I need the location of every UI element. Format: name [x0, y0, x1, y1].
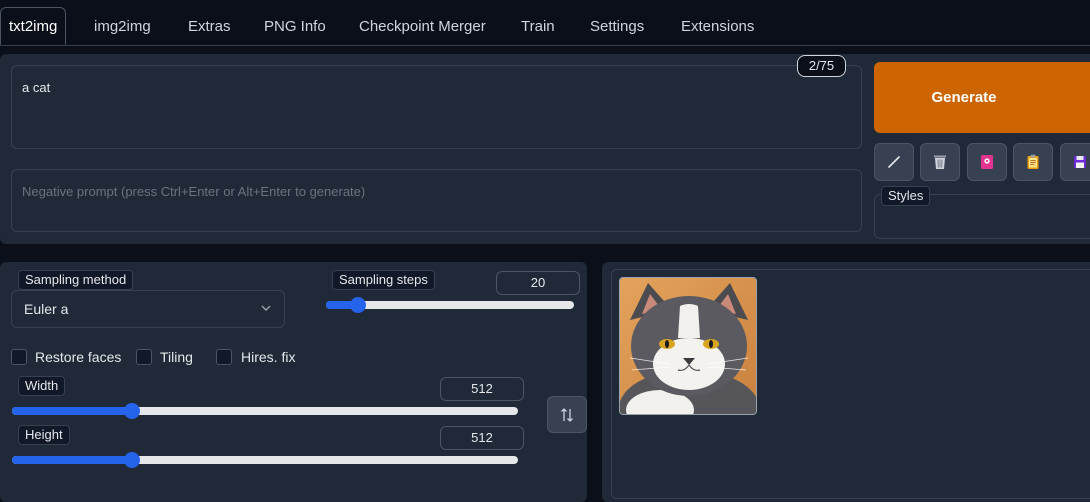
card-icon	[978, 153, 996, 171]
restore-faces-label: Restore faces	[35, 349, 121, 365]
height-slider[interactable]	[12, 456, 518, 464]
tab-settings[interactable]: Settings	[586, 8, 648, 46]
tab-checkpoint-merger[interactable]: Checkpoint Merger	[355, 8, 490, 46]
slider-thumb[interactable]	[124, 452, 140, 468]
tab-extras[interactable]: Extras	[184, 8, 235, 46]
tab-img2img[interactable]: img2img	[90, 8, 155, 46]
pencil-icon	[885, 153, 903, 171]
slider-fill	[12, 407, 132, 415]
tab-txt2img[interactable]: txt2img	[0, 7, 66, 45]
styles-label: Styles	[881, 186, 930, 206]
cat-image	[620, 278, 757, 415]
height-input[interactable]: 512	[440, 426, 524, 450]
generate-button[interactable]: Generate	[874, 62, 1090, 133]
tab-png-info[interactable]: PNG Info	[260, 8, 330, 46]
sampling-steps-slider[interactable]	[326, 301, 574, 309]
restore-faces-checkbox[interactable]	[11, 349, 27, 365]
tab-bar: txt2img img2img Extras PNG Info Checkpoi…	[0, 0, 1090, 47]
tiling-label: Tiling	[160, 349, 193, 365]
tiling-checkbox[interactable]	[136, 349, 152, 365]
sampling-method-value: Euler a	[24, 301, 68, 317]
tab-train[interactable]: Train	[517, 8, 559, 46]
sampling-method-select[interactable]: Euler a	[11, 290, 285, 328]
sampling-steps-label: Sampling steps	[332, 270, 435, 290]
negative-prompt-input[interactable]	[11, 169, 862, 232]
tab-divider	[0, 45, 1090, 46]
save-icon	[1071, 153, 1089, 171]
slider-fill	[12, 456, 132, 464]
width-slider[interactable]	[12, 407, 518, 415]
width-label: Width	[18, 376, 65, 396]
generated-image-thumbnail[interactable]	[619, 277, 757, 415]
generate-label: Generate	[931, 89, 996, 106]
save-style-button[interactable]	[1060, 143, 1090, 181]
sampling-steps-input[interactable]: 20	[496, 271, 580, 295]
swap-dimensions-button[interactable]	[547, 396, 587, 433]
read-params-button[interactable]	[874, 143, 914, 181]
tab-extensions[interactable]: Extensions	[677, 8, 758, 46]
clipboard-icon	[1024, 153, 1042, 171]
clear-prompt-button[interactable]	[920, 143, 960, 181]
apply-style-button[interactable]	[1013, 143, 1053, 181]
width-input[interactable]: 512	[440, 377, 524, 401]
slider-thumb[interactable]	[124, 403, 140, 419]
swap-vertical-icon	[560, 407, 574, 423]
hires-fix-label: Hires. fix	[241, 349, 295, 365]
token-counter: 2/75	[797, 55, 846, 77]
trash-icon	[931, 153, 949, 171]
prompt-input[interactable]	[11, 65, 862, 149]
sampling-method-label: Sampling method	[18, 270, 133, 290]
chevron-down-icon	[260, 291, 272, 341]
height-label: Height	[18, 425, 70, 445]
hires-fix-checkbox[interactable]	[216, 349, 232, 365]
extra-networks-button[interactable]	[967, 143, 1007, 181]
